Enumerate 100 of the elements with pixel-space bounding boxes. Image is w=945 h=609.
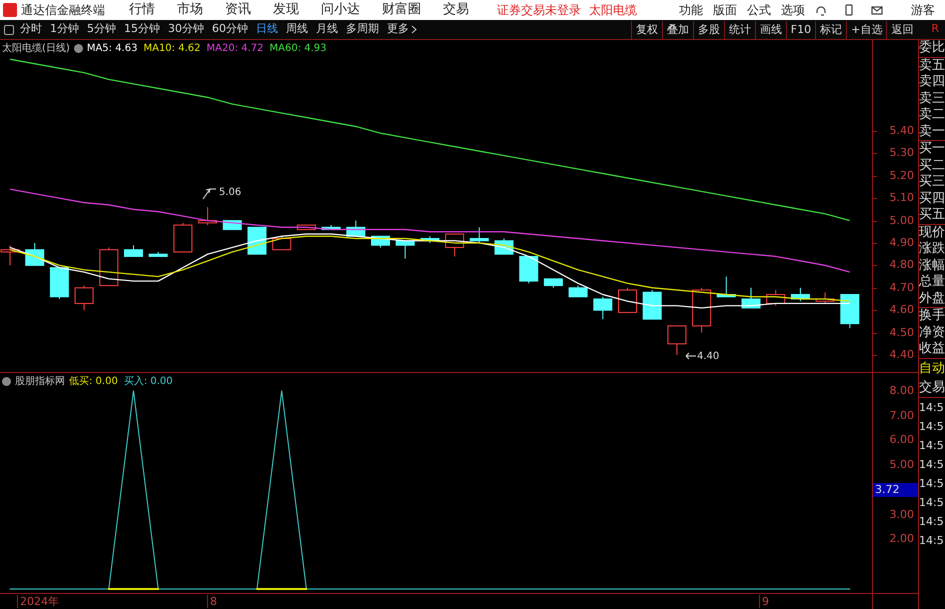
menu-item[interactable]: 行情 <box>129 0 155 20</box>
mail-icon[interactable] <box>871 4 883 16</box>
menu-item[interactable]: 功能 <box>679 1 703 19</box>
price-tick-label: 4.70 <box>890 282 914 294</box>
panel-toggle-icon[interactable] <box>4 24 14 34</box>
quote-field-label: 买四 <box>919 190 945 207</box>
period-tab[interactable]: 多周期 <box>346 21 379 38</box>
user-label[interactable]: 游客 <box>911 1 935 19</box>
menu-item[interactable]: 版面 <box>713 1 737 19</box>
candlestick <box>593 296 612 320</box>
indicator-tick-label: 3.00 <box>890 508 914 521</box>
candlestick <box>519 256 538 284</box>
candlestick <box>272 236 292 250</box>
low-price-label: 4.40 <box>697 350 720 364</box>
toolbar-button[interactable]: 画线 <box>754 20 786 38</box>
app-title: 通达信金融终端 <box>21 2 105 19</box>
toolbar-button[interactable]: F10 <box>786 20 816 38</box>
quote-field-label: 买二 <box>919 158 945 174</box>
logo-icon <box>3 3 17 17</box>
toolbar-button[interactable]: 多股 <box>692 20 724 38</box>
price-tick-label: 4.50 <box>890 326 914 339</box>
auto-label: 自动 <box>919 360 945 378</box>
menu-item[interactable]: 市场 <box>177 0 203 20</box>
menu-item[interactable]: 选项 <box>781 1 805 19</box>
menu-item[interactable]: 交易 <box>443 0 469 20</box>
menu-item[interactable]: 公式 <box>747 1 771 19</box>
candlestick <box>25 242 44 266</box>
price-tick-label: 5.40 <box>890 124 914 137</box>
price-tick-label: 5.20 <box>890 170 914 182</box>
trade-time: 14:5 <box>919 494 945 510</box>
legend-value: MA10: 4.62 <box>143 42 200 56</box>
candlestick <box>322 224 341 230</box>
trade-time: 14:5 <box>919 418 945 434</box>
phone-icon[interactable] <box>843 4 855 16</box>
trade-time: 14:5 <box>919 456 945 472</box>
toolbar-button[interactable]: 统计 <box>724 20 755 38</box>
period-tab[interactable]: 周线 <box>286 21 308 38</box>
quote-field-label: 卖一 <box>919 124 945 140</box>
trade-time: 14:5 <box>919 476 945 492</box>
candlestick <box>692 287 712 334</box>
trade-time: 14:5 <box>919 438 945 454</box>
candlestick <box>198 206 218 226</box>
quote-field-label: 买五 <box>919 207 945 224</box>
menu-item[interactable]: 问小达 <box>321 0 360 20</box>
candlestick <box>296 224 316 230</box>
quote-field-label: 涨跌 <box>919 241 945 258</box>
dropdown-icon[interactable] <box>2 377 11 386</box>
date-label: 2024年 <box>17 595 59 608</box>
date-label: 8 <box>207 595 217 608</box>
candlestick <box>445 234 464 257</box>
price-tick-label: 4.90 <box>890 236 914 249</box>
candlestick <box>420 236 440 244</box>
dropdown-icon[interactable] <box>74 44 83 53</box>
candlestick <box>0 244 20 266</box>
candlestick <box>173 222 192 252</box>
period-tab[interactable]: 月线 <box>316 21 338 38</box>
legend-value: MA20: 4.72 <box>206 42 264 56</box>
trade-label: 交易 <box>919 378 945 398</box>
period-tab[interactable]: 更多 <box>387 21 417 38</box>
period-tab[interactable]: 日线 <box>256 21 278 38</box>
period-tab[interactable]: 60分钟 <box>212 21 248 38</box>
quote-field-label: 卖三 <box>919 90 945 107</box>
trade-time: 14:5 <box>919 532 945 548</box>
menu-item[interactable]: 发现 <box>273 0 299 20</box>
high-price-label: 5.06 <box>219 186 242 200</box>
toolbar-button[interactable]: +自选 <box>846 20 886 38</box>
candlestick <box>816 292 835 304</box>
quote-field-label: 外盘 <box>919 290 945 307</box>
chevron-right-icon <box>411 25 417 34</box>
legend-value: MA60: 4.93 <box>270 42 327 56</box>
period-tab[interactable]: 15分钟 <box>124 21 160 38</box>
period-tab[interactable]: 5分钟 <box>87 21 116 38</box>
quote-field-label: 现价 <box>919 224 945 241</box>
candlestick <box>790 287 810 302</box>
legend-value: MA5: 4.63 <box>86 42 138 56</box>
quote-field-label: 买三 <box>919 174 945 190</box>
indicator-tick-label: 8.00 <box>890 384 914 397</box>
period-tab[interactable]: 分时 <box>20 21 42 38</box>
candlestick <box>568 285 588 298</box>
candlestick <box>544 278 563 288</box>
candlestick <box>667 325 686 356</box>
toolbar-button[interactable]: 叠加 <box>662 20 693 38</box>
candlestick <box>74 285 94 311</box>
trade-time: 14:5 <box>919 514 945 530</box>
toolbar-button[interactable]: 标记 <box>815 20 846 38</box>
period-tab[interactable]: 1分钟 <box>50 21 79 38</box>
price-tick-label: 5.10 <box>890 192 914 204</box>
support-icon[interactable] <box>815 4 827 16</box>
date-label: 9 <box>759 595 769 608</box>
cursor-value-label: 3.72 <box>873 483 918 497</box>
legend-value: 低买: 0.00 <box>69 375 118 389</box>
candlestick <box>124 244 143 257</box>
indicator-tick-label: 7.00 <box>890 410 914 422</box>
toolbar-button[interactable]: 返回 <box>886 20 918 38</box>
candlestick <box>346 220 366 237</box>
period-tab[interactable]: 30分钟 <box>168 21 204 38</box>
menu-item[interactable]: 财富圈 <box>382 0 421 20</box>
menu-item[interactable]: 资讯 <box>225 0 251 20</box>
arrow-icon <box>202 188 216 200</box>
toolbar-button[interactable]: 复权 <box>630 20 662 38</box>
